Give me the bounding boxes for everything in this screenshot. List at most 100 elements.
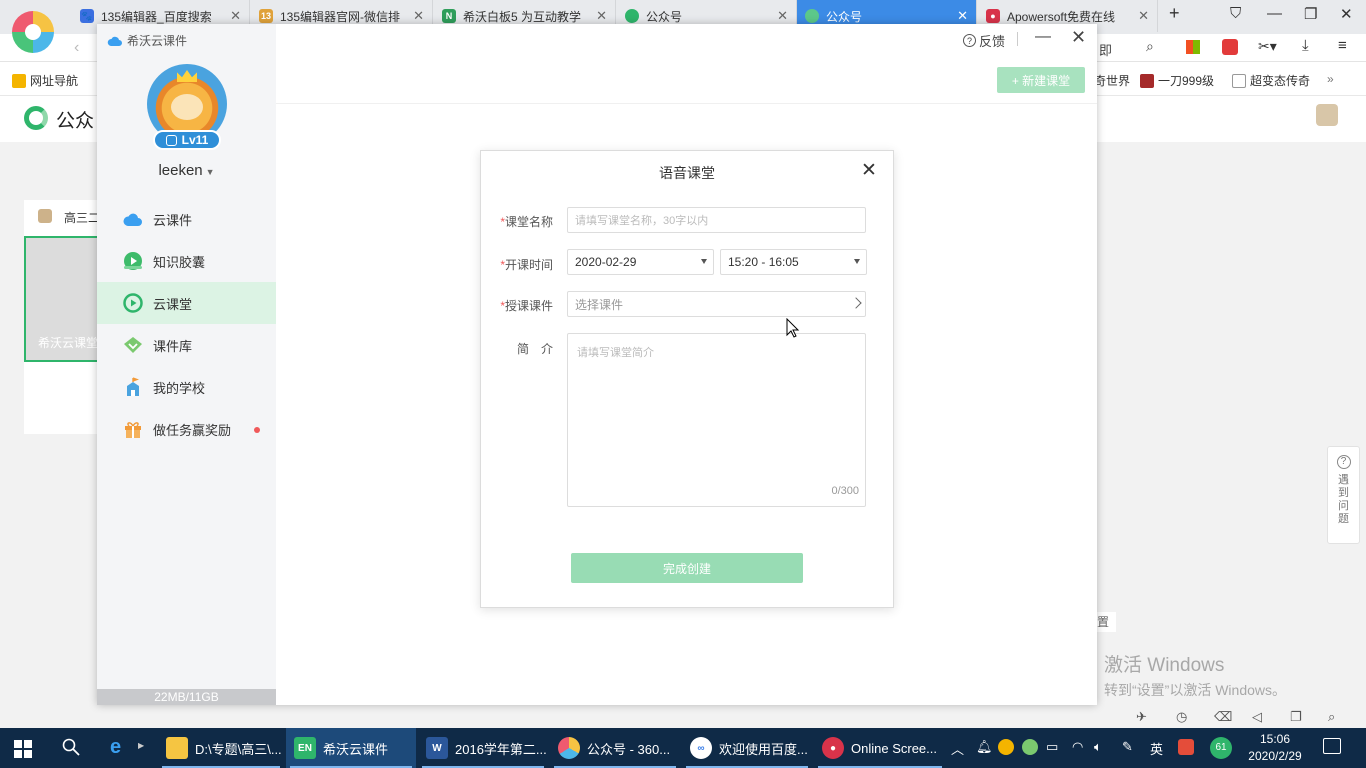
search-icon[interactable] <box>62 738 80 756</box>
tab-label: 公众号 <box>826 9 863 24</box>
sidebar-item-knowledge-capsule[interactable]: 知识胶囊 <box>97 240 276 282</box>
feedback-button[interactable]: ? 反馈 <box>963 31 1005 50</box>
taskbar-item-netdisk[interactable]: ∞ 欢迎使用百度... <box>682 728 812 768</box>
sidebar-item-cloud-courseware[interactable]: 云课件 <box>97 198 276 240</box>
time-value: 15:20 - 16:05 <box>728 255 799 269</box>
trash-icon[interactable]: ⌫ <box>1214 709 1232 725</box>
app-title: 希沃云课件 <box>107 32 187 49</box>
courseware-label: *授课课件 <box>497 297 553 314</box>
class-name-input[interactable]: 请填写课堂名称，30字以内 <box>567 207 866 233</box>
intro-textarea[interactable]: 请填写课堂简介 0/300 <box>567 333 866 507</box>
speaker-icon[interactable]: ◁ <box>1252 709 1262 725</box>
scissors-icon[interactable]: ✂▾ <box>1258 38 1277 55</box>
sidebar-item-my-school[interactable]: 我的学校 <box>97 366 276 408</box>
help-char: 题 <box>1338 513 1349 525</box>
close-icon[interactable]: ✕ <box>1138 8 1149 24</box>
volume-icon[interactable]: 🔈︎ <box>1094 739 1102 755</box>
bookmark-item[interactable]: 一刀999级 <box>1140 72 1214 89</box>
new-class-button[interactable]: + 新建课堂 <box>997 67 1085 93</box>
chevron-right-icon[interactable]: ▶ <box>138 741 144 750</box>
placeholder-text: 请填写课堂简介 <box>577 347 654 359</box>
help-float-button[interactable]: ? 遇 到 问 题 <box>1327 446 1360 544</box>
sidebar-item-cloud-classroom[interactable]: 云课堂 <box>97 282 276 324</box>
rocket-icon[interactable]: ✈ <box>1136 709 1147 725</box>
crown-icon <box>177 70 197 82</box>
tab-label: 希沃白板5 为互动教学 <box>463 9 582 24</box>
minimize-icon[interactable]: — <box>1267 5 1282 22</box>
menu-icon[interactable]: ≡ <box>1338 37 1347 54</box>
bookmark-label: 奇世界 <box>1094 74 1131 88</box>
taskbar-label: 2016学年第二... <box>455 741 547 757</box>
pen-icon[interactable]: ✎ <box>1122 739 1133 755</box>
bookmark-label: 超变态传奇 <box>1250 74 1311 88</box>
security-badge[interactable]: 61 <box>1210 737 1232 759</box>
new-tab-button[interactable]: + <box>1169 3 1180 24</box>
notification-dot <box>254 427 260 433</box>
taskbar-item-word[interactable]: W 2016学年第二... <box>418 728 548 768</box>
bookmarks-more[interactable]: » <box>1327 72 1334 86</box>
search-icon[interactable]: ⌕ <box>1328 709 1335 725</box>
taskbar-item-browser[interactable]: 公众号 - 360... <box>550 728 680 768</box>
bell-icon[interactable]: 🔔︎ <box>976 739 993 755</box>
wechat-icon <box>805 9 819 23</box>
app-title-text: 希沃云课件 <box>127 34 188 48</box>
window-icon[interactable]: ❐ <box>1290 709 1302 725</box>
taskbar: e ▶ D:\专题\高三\... EN 希沃云课件 W 2016学年第二... … <box>0 728 1366 768</box>
sidebar-item-label: 云课堂 <box>153 296 193 312</box>
tab-label: 135编辑器官网-微信排 <box>280 9 401 24</box>
battery-icon[interactable]: ▭ <box>1046 739 1058 755</box>
bookmark-item[interactable]: 奇世界 <box>1094 72 1130 89</box>
back-icon[interactable]: ‹ <box>74 39 79 57</box>
bookmark-item[interactable]: 网址导航 <box>12 72 78 89</box>
background-card-image[interactable]: 希沃云课堂 <box>24 236 100 362</box>
close-icon[interactable]: ✕ <box>861 159 877 182</box>
notification-icon[interactable] <box>1323 738 1341 754</box>
time-select[interactable]: 15:20 - 16:05 <box>720 249 867 275</box>
easinote-icon: EN <box>294 737 316 759</box>
sidebar-item-label: 云课件 <box>153 212 193 228</box>
sidebar-item-tasks-rewards[interactable]: 做任务赢奖励 <box>97 408 276 450</box>
taskbar-item-recorder[interactable]: ● Online Scree... <box>814 728 946 768</box>
search-icon[interactable]: ⌕ <box>1146 38 1154 55</box>
clock-icon[interactable]: ◷ <box>1176 709 1187 725</box>
date-value: 2020-02-29 <box>575 255 637 269</box>
sidebar-item-library[interactable]: 课件库 <box>97 324 276 366</box>
page-icon <box>1232 73 1246 88</box>
close-icon[interactable]: ✕ <box>957 8 968 24</box>
bookmark-item[interactable]: 超变态传奇 <box>1232 72 1310 89</box>
download-icon[interactable]: ⤓ <box>1302 37 1309 54</box>
sogou-icon[interactable] <box>1178 739 1194 755</box>
app-tray-icon[interactable] <box>998 739 1014 755</box>
submit-button[interactable]: 完成创建 <box>571 553 803 583</box>
user-menu[interactable]: leeken ▼ <box>97 162 276 179</box>
restore-icon[interactable]: ❐ <box>1304 5 1317 23</box>
apps-icon[interactable] <box>1186 40 1200 54</box>
avatar[interactable] <box>1316 104 1338 126</box>
windows-start-icon[interactable] <box>14 740 32 758</box>
close-icon[interactable]: ✕ <box>1340 5 1353 23</box>
caret-down-icon <box>701 259 707 264</box>
start-time-label: *开课时间 <box>497 256 553 273</box>
courseware-select[interactable]: 选择课件 <box>567 291 866 317</box>
close-icon[interactable]: ✕ <box>596 8 607 24</box>
wifi-icon[interactable]: ◠ <box>1072 739 1083 755</box>
app-tray-icon[interactable] <box>1022 739 1038 755</box>
chevron-up-icon[interactable]: ︿ <box>951 739 964 758</box>
date-select[interactable]: 2020-02-29 <box>567 249 714 275</box>
clock[interactable]: 15:06 2020/2/29 <box>1240 731 1310 765</box>
taskbar-item-easinote[interactable]: EN 希沃云课件 <box>286 728 416 768</box>
close-icon[interactable]: ✕ <box>413 8 424 24</box>
minimize-icon[interactable]: — <box>1035 28 1051 46</box>
ime-indicator[interactable]: 英 <box>1150 739 1163 758</box>
taskbar-item-explorer[interactable]: D:\专题\高三\... <box>158 728 284 768</box>
extension-icon[interactable] <box>1222 39 1238 55</box>
shirt-icon[interactable]: ⛉ <box>1230 5 1241 22</box>
label-text: 授课课件 <box>504 299 553 313</box>
ie-icon[interactable]: e <box>110 736 121 759</box>
close-icon[interactable]: ✕ <box>230 8 241 24</box>
close-icon[interactable]: ✕ <box>777 8 788 24</box>
close-icon[interactable]: ✕ <box>1071 27 1086 48</box>
lion-face <box>171 94 203 120</box>
question-icon: ? <box>963 34 976 47</box>
tab-label: 135编辑器_百度搜索 <box>101 9 212 24</box>
